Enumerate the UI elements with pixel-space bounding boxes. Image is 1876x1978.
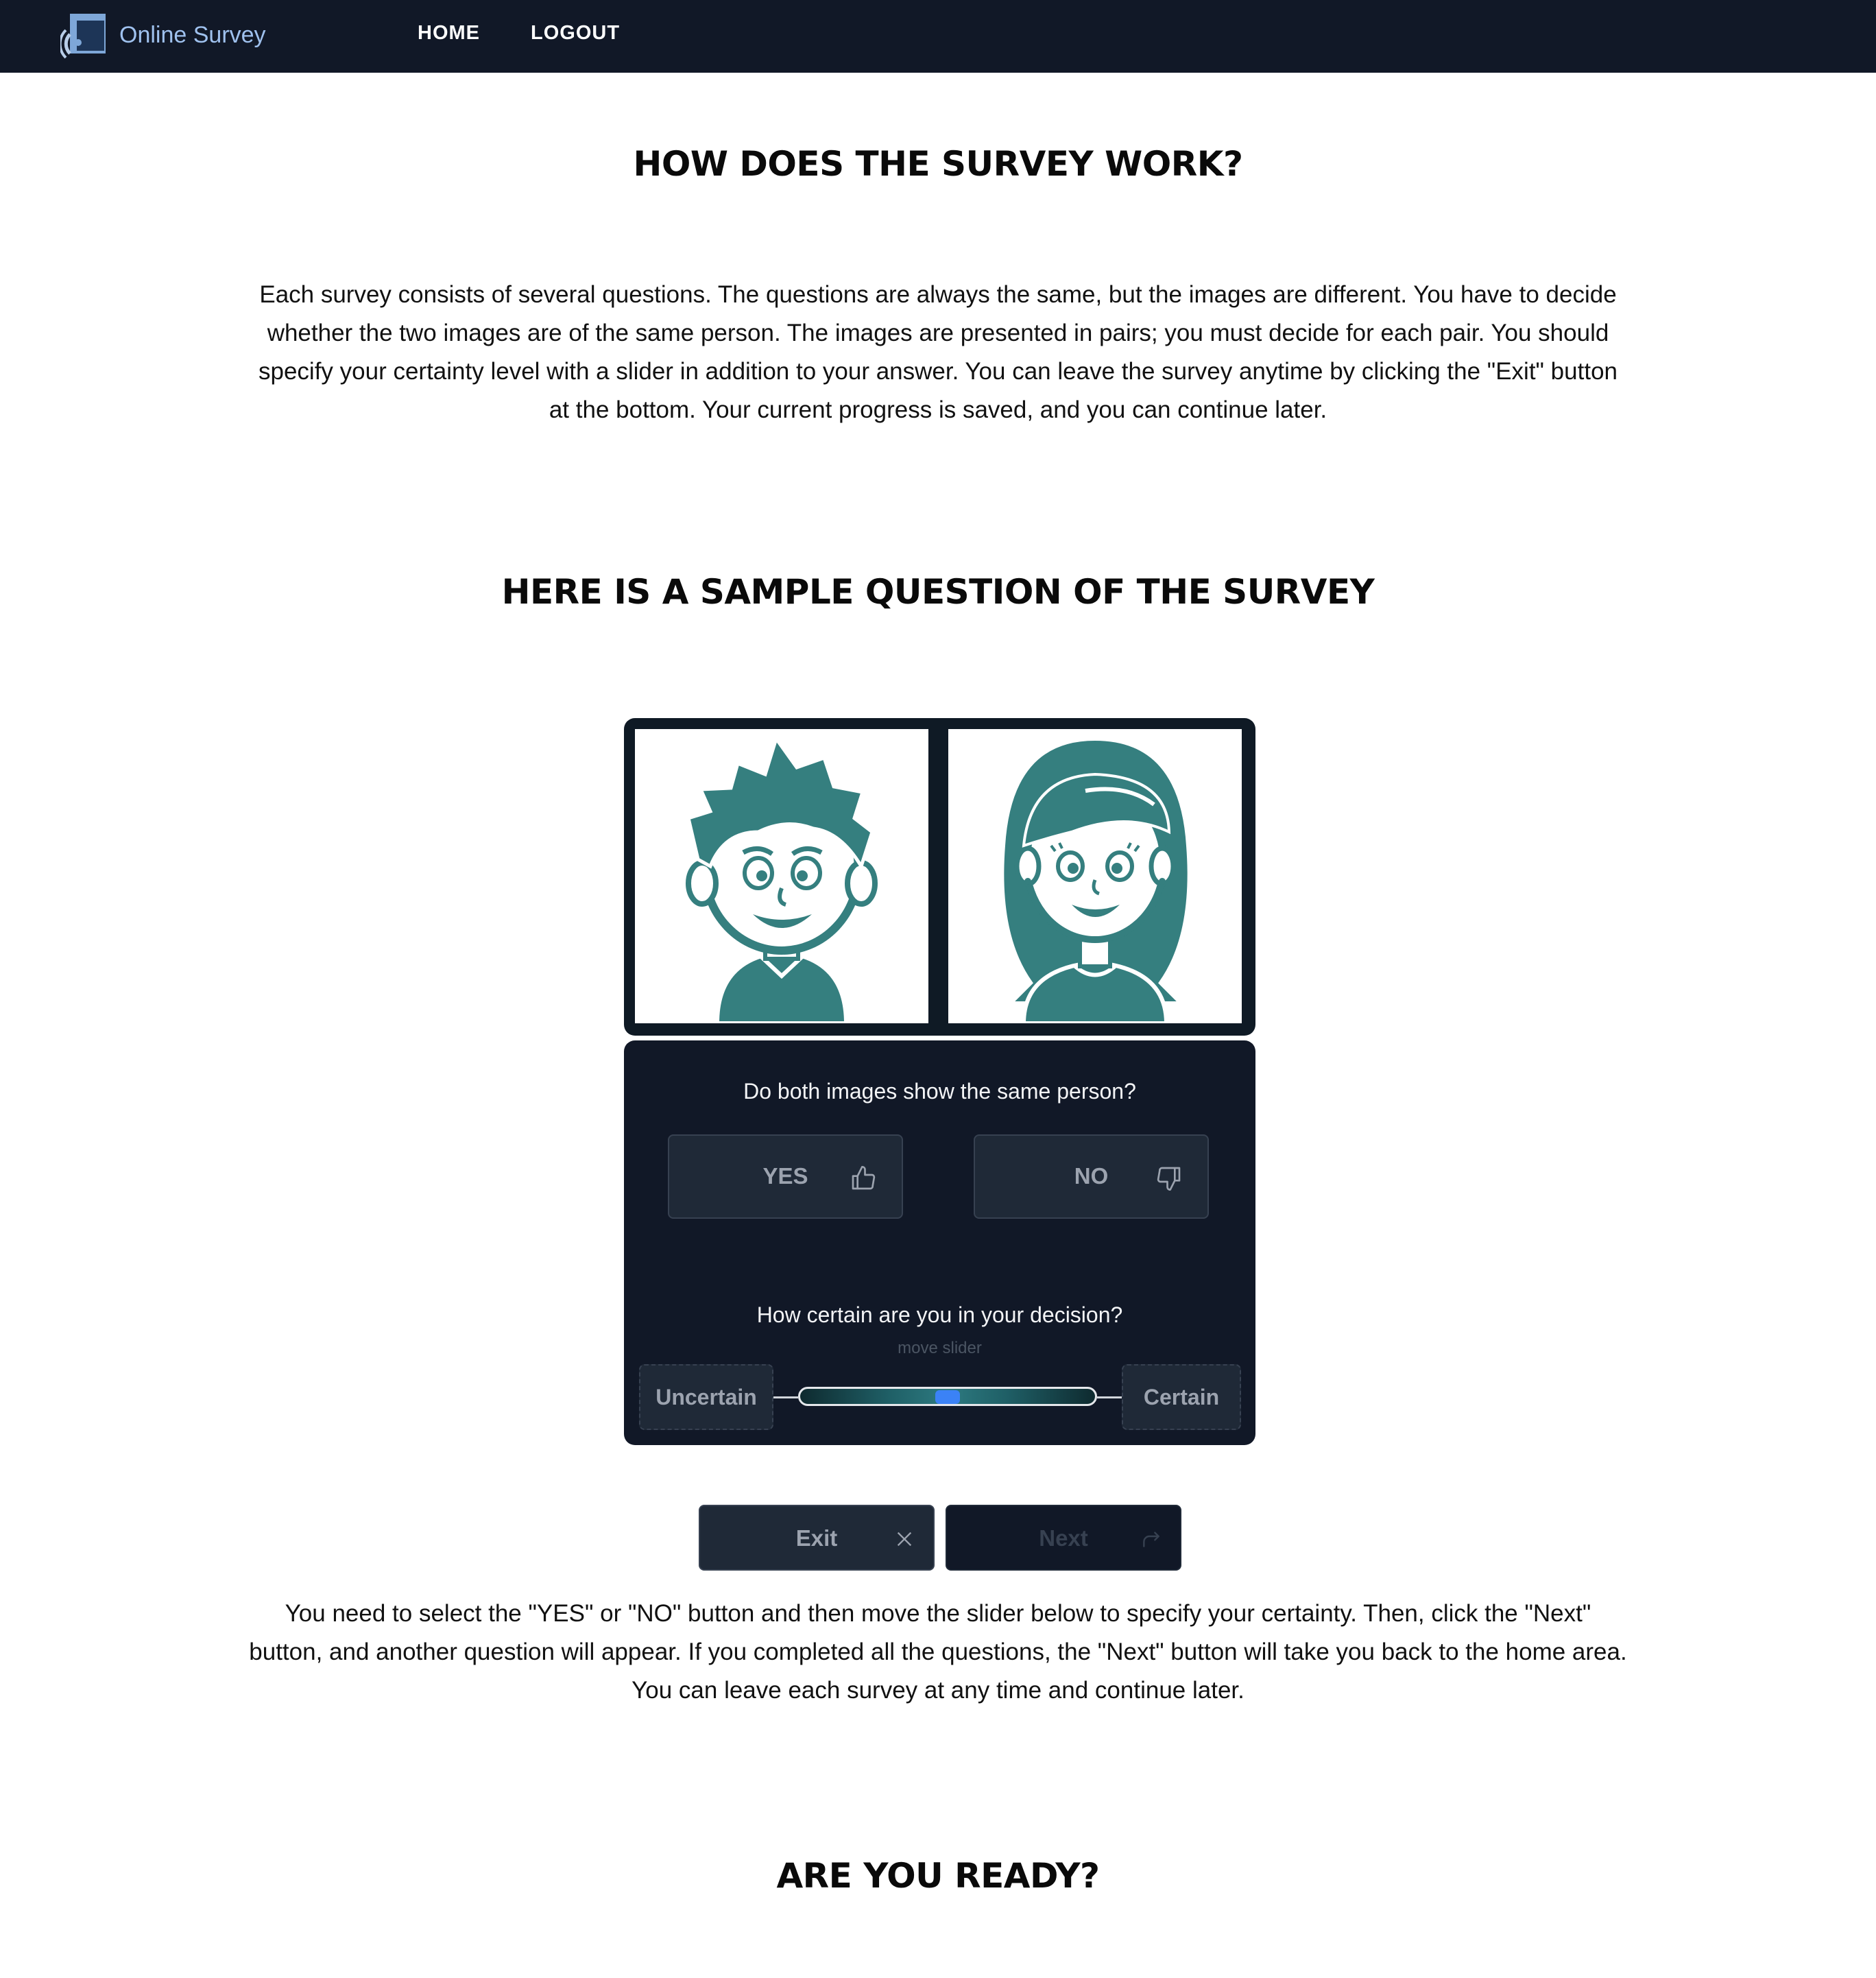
- nav-logout-link[interactable]: LOGOUT: [531, 22, 620, 45]
- sample-instructions-text: You need to select the "YES" or "NO" but…: [249, 1600, 1627, 1704]
- logo-icon: [60, 14, 106, 59]
- how-it-works-heading: HOW DOES THE SURVEY WORK?: [633, 144, 1244, 184]
- how-it-works-text: Each survey consists of several question…: [258, 281, 1618, 423]
- thumbs-up-icon: [852, 1166, 876, 1190]
- ready-heading: ARE YOU READY?: [776, 1856, 1100, 1896]
- exit-button[interactable]: Exit: [699, 1505, 935, 1571]
- image-pair-frame: [624, 718, 1255, 1036]
- certainty-question: How certain are you in your decision?: [756, 1302, 1123, 1327]
- certainty-slider[interactable]: [798, 1387, 1097, 1406]
- brand-name: Online Survey: [119, 21, 266, 48]
- girl-avatar-icon: [1000, 736, 1192, 1023]
- slider-hint: move slider: [898, 1339, 982, 1357]
- yes-button[interactable]: YES: [668, 1134, 903, 1219]
- next-button[interactable]: Next: [946, 1505, 1181, 1571]
- uncertain-button[interactable]: Uncertain: [639, 1364, 773, 1430]
- same-person-question: Do both images show the same person?: [743, 1079, 1136, 1104]
- thumbs-down-icon: [1157, 1167, 1181, 1191]
- redo-arrow-icon: [1143, 1532, 1159, 1547]
- brand[interactable]: Online Survey: [60, 11, 266, 59]
- close-icon: [897, 1532, 912, 1547]
- slider-connector-right: [1097, 1396, 1122, 1398]
- boy-avatar-icon: [686, 735, 878, 1023]
- right-face-image: [948, 729, 1242, 1023]
- left-face-image: [635, 729, 928, 1023]
- sample-question-heading: HERE IS A SAMPLE QUESTION OF THE SURVEY: [501, 572, 1375, 612]
- no-button[interactable]: NO: [974, 1134, 1209, 1219]
- certain-button[interactable]: Certain: [1122, 1364, 1241, 1430]
- slider-thumb[interactable]: [935, 1390, 960, 1404]
- sample-question-panel: Do both images show the same person? YES…: [624, 1040, 1255, 1445]
- slider-connector-left: [773, 1396, 798, 1398]
- nav-home-link[interactable]: HOME: [418, 22, 480, 45]
- top-navbar: Online Survey HOME LOGOUT: [0, 0, 1876, 73]
